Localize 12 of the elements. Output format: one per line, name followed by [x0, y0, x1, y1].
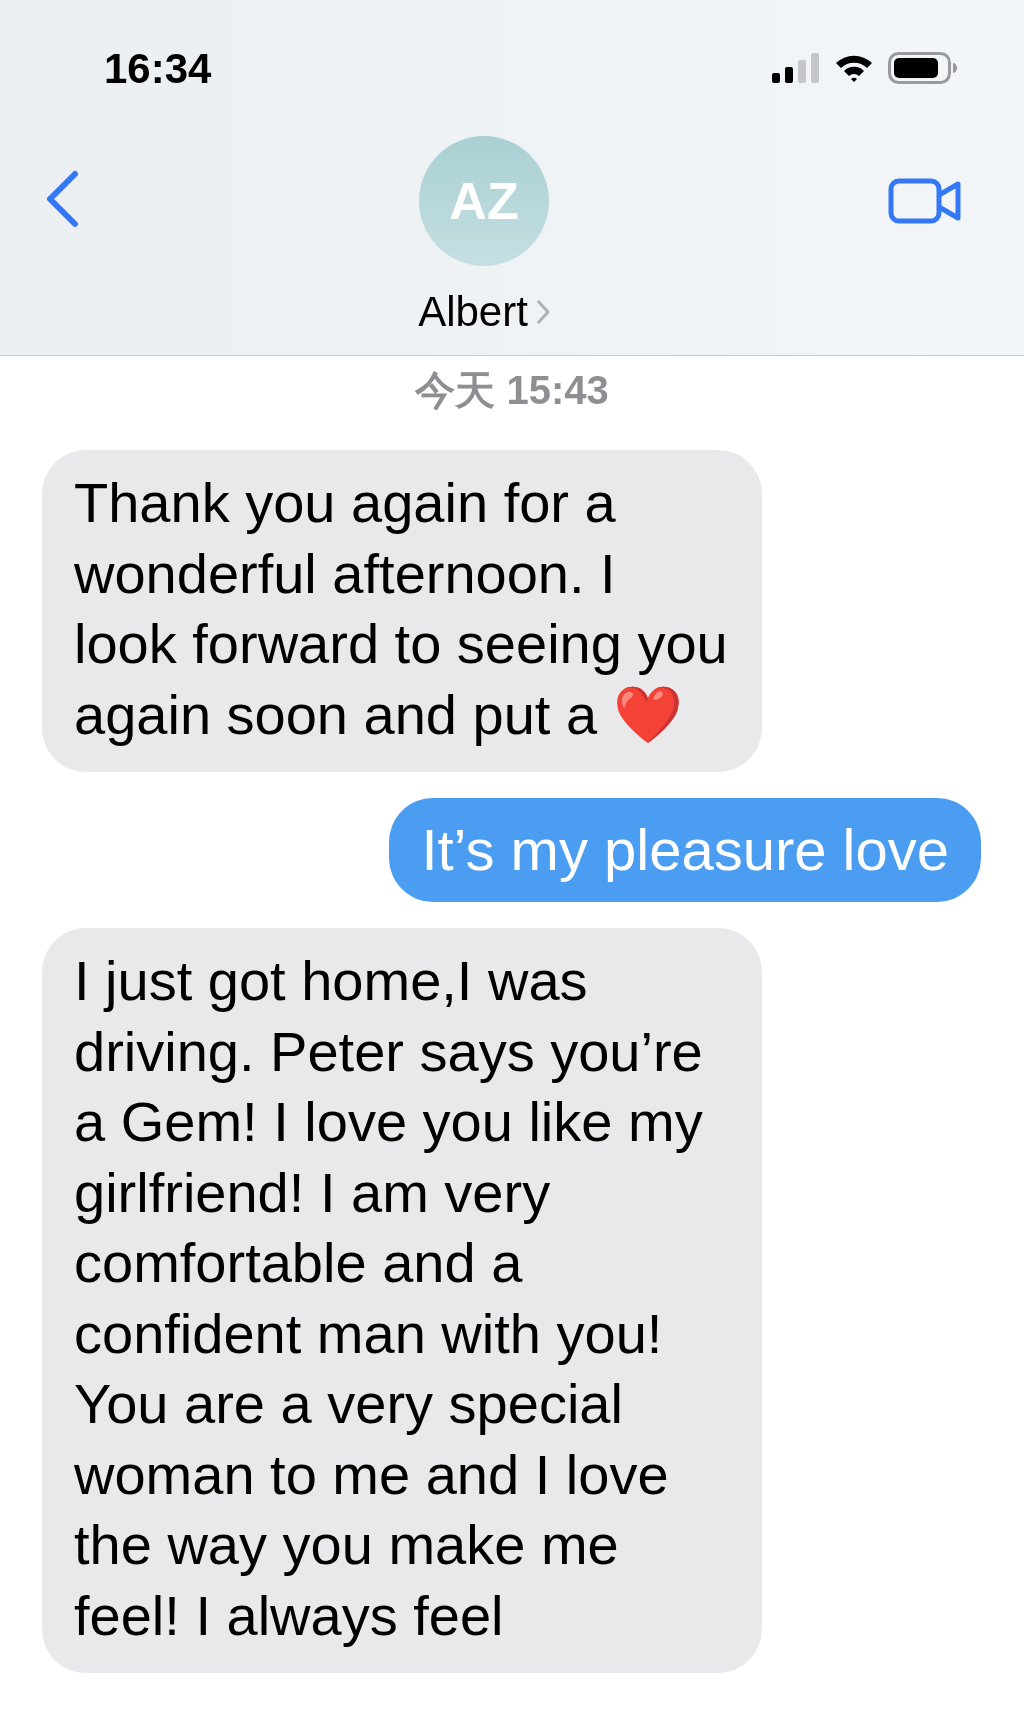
signal-icon: [772, 53, 820, 83]
received-message-bubble: Thank you again for a wonderful afternoon. I look forward to seeing you again soon and put a ❤: [42, 450, 762, 772]
sent-message-bubble: It’s my pleasure love: [389, 798, 981, 902]
battery-icon: [888, 52, 958, 84]
chevron-icon: [535, 298, 550, 325]
contact-name[interactable]: Albert: [418, 280, 550, 343]
wifi-icon: [834, 53, 874, 83]
status-time: 16:34: [104, 43, 212, 94]
message-timestamp: 今天 15:43: [415, 367, 609, 414]
video-call-icon[interactable]: [888, 178, 962, 224]
received-message-bubble: I just got home,I was driving. Peter says you’re a Gem! I love you like my girlfriend! I am very comfortable and a confident man with you! You are a very special woman to me and I love the way you make me feel! I always feel: [42, 928, 762, 1673]
back-icon[interactable]: [44, 170, 80, 228]
